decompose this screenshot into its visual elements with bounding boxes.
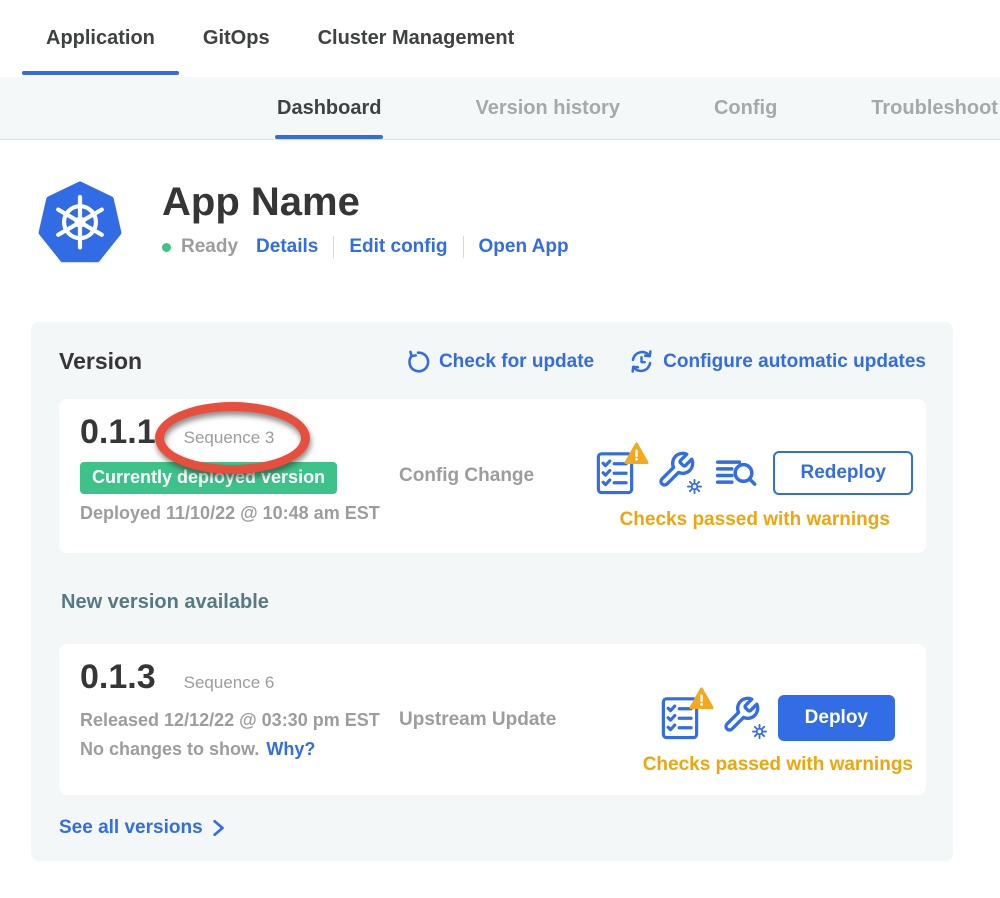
current-version-number: 0.1.1 [80, 413, 156, 452]
app-status-row: Ready Details Edit config Open App [162, 236, 569, 258]
see-all-versions-link[interactable]: See all versions [59, 817, 225, 839]
view-files-search-icon[interactable] [714, 453, 758, 493]
current-version-checks-status: Checks passed with warnings [620, 509, 890, 531]
available-version-info: 0.1.3 Sequence 6 Released 12/12/22 @ 03:… [59, 644, 399, 795]
released-timestamp: Released 12/12/22 @ 03:30 pm EST [80, 710, 399, 731]
gear-icon [752, 724, 767, 739]
version-panel-actions: Check for update Configure automatic upd… [405, 348, 926, 375]
version-panel-header: Version Check for update [59, 348, 926, 375]
deployed-timestamp: Deployed 11/10/22 @ 10:48 am EST [80, 503, 399, 524]
config-wrench-icon[interactable] [721, 695, 763, 741]
divider [463, 236, 464, 258]
warning-triangle-icon [689, 687, 714, 710]
warning-triangle-icon [624, 442, 649, 465]
sub-nav: Dashboard Version history Config Trouble… [0, 77, 1000, 140]
no-changes-line: No changes to show. Why? [80, 739, 399, 760]
tab-version-history[interactable]: Version history [475, 77, 620, 139]
version-panel-title: Version [59, 348, 142, 375]
available-version-number: 0.1.3 [80, 658, 156, 697]
current-version-actions: Redeploy Checks passed with warnings [596, 399, 926, 553]
available-version-card: 0.1.3 Sequence 6 Released 12/12/22 @ 03:… [59, 644, 926, 795]
app-header-text: App Name Ready Details Edit config Open … [162, 178, 569, 258]
check-for-update-label: Check for update [439, 351, 594, 373]
no-changes-text: No changes to show. [80, 739, 259, 760]
refresh-icon [405, 349, 431, 375]
redeploy-button[interactable]: Redeploy [773, 451, 913, 495]
configure-automatic-updates-button[interactable]: Configure automatic updates [628, 348, 926, 375]
available-version-icon-group [661, 694, 763, 742]
current-version-source-label: Config Change [399, 465, 584, 487]
available-version-checks-status: Checks passed with warnings [643, 754, 913, 776]
tab-troubleshoot[interactable]: Troubleshoot [871, 77, 998, 139]
tab-dashboard[interactable]: Dashboard [277, 77, 381, 139]
edit-config-link[interactable]: Edit config [349, 236, 447, 258]
gear-icon [687, 479, 702, 494]
preflight-checks-icon[interactable] [661, 694, 705, 742]
current-version-card: 0.1.1 Sequence 3 Currently deployed vers… [59, 399, 926, 553]
available-version-actions: Deploy Checks passed with warnings [643, 644, 926, 795]
why-link[interactable]: Why? [266, 739, 315, 760]
see-all-versions-label: See all versions [59, 817, 203, 839]
check-for-update-button[interactable]: Check for update [405, 349, 594, 375]
chevron-right-icon [211, 819, 225, 837]
new-version-available-heading: New version available [61, 591, 926, 614]
available-version-source-label: Upstream Update [399, 709, 584, 731]
current-version-icon-group [596, 449, 758, 497]
current-version-info: 0.1.1 Sequence 3 Currently deployed vers… [59, 399, 399, 553]
ready-status-dot-icon [162, 243, 171, 252]
currently-deployed-badge: Currently deployed version [80, 462, 337, 494]
app-name-title: App Name [162, 180, 569, 224]
kubernetes-logo-icon [38, 178, 122, 268]
deploy-button[interactable]: Deploy [778, 695, 895, 741]
available-version-sequence: Sequence 6 [184, 673, 275, 693]
available-version-line: 0.1.3 Sequence 6 [80, 658, 399, 697]
version-panel: Version Check for update [31, 322, 953, 861]
tab-cluster-management[interactable]: Cluster Management [294, 0, 539, 77]
preflight-checks-icon[interactable] [596, 449, 640, 497]
config-wrench-icon[interactable] [656, 450, 698, 496]
tab-config[interactable]: Config [714, 77, 777, 139]
current-version-line: 0.1.1 Sequence 3 [80, 413, 399, 452]
current-version-sequence: Sequence 3 [184, 428, 275, 448]
configure-automatic-updates-label: Configure automatic updates [663, 351, 926, 373]
top-nav: Application GitOps Cluster Management [0, 0, 1000, 77]
divider [333, 236, 334, 258]
schedule-update-icon [628, 348, 655, 375]
open-app-link[interactable]: Open App [479, 236, 569, 258]
app-header: App Name Ready Details Edit config Open … [0, 140, 1000, 268]
details-link[interactable]: Details [256, 236, 318, 258]
app-status-label: Ready [181, 236, 238, 258]
tab-gitops[interactable]: GitOps [179, 0, 294, 77]
tab-application[interactable]: Application [22, 0, 179, 77]
